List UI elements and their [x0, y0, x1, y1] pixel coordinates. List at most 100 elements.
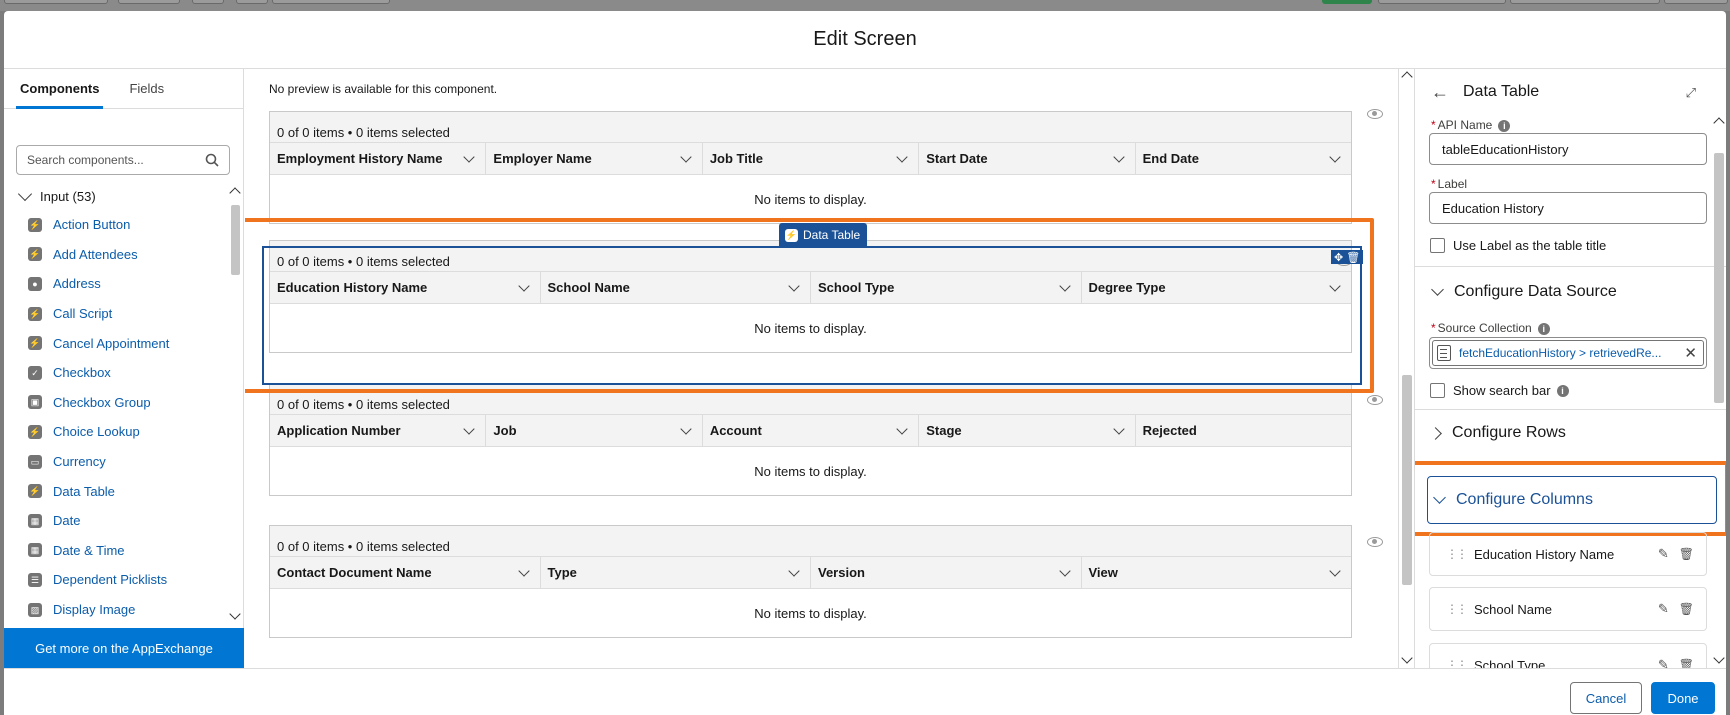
scroll-down-icon[interactable]: [1401, 652, 1413, 664]
drag-handle-icon[interactable]: ⋮⋮: [1446, 602, 1468, 616]
checkbox-box[interactable]: [1430, 383, 1445, 398]
configure-rows-toggle[interactable]: Configure Rows: [1429, 424, 1566, 442]
scroll-up-icon[interactable]: [1401, 71, 1413, 83]
column-header[interactable]: View: [1082, 557, 1352, 588]
visibility-eye-icon[interactable]: [1367, 109, 1383, 119]
expand-icon[interactable]: ⤢: [1686, 85, 1696, 101]
search-input[interactable]: [27, 153, 205, 167]
remove-icon[interactable]: ✕: [1684, 344, 1697, 362]
component-label: Add Attendees: [53, 246, 138, 262]
column-header[interactable]: Account: [703, 415, 920, 446]
column-header[interactable]: Job Title: [703, 143, 920, 174]
tab-components[interactable]: Components: [16, 69, 104, 109]
canvas-scrollbar[interactable]: [1398, 69, 1414, 668]
component-list-scrollbar[interactable]: [228, 187, 242, 622]
visibility-eye-icon[interactable]: [1367, 395, 1383, 405]
data-table-applications[interactable]: 0 of 0 items • 0 items selected Applicat…: [269, 383, 1352, 496]
component-item[interactable]: ⚡ Add Attendees: [28, 240, 218, 270]
trash-icon[interactable]: 🗑: [1679, 658, 1694, 668]
column-config-card[interactable]: ⋮⋮ School Name ✎ 🗑: [1429, 587, 1707, 631]
properties-scrollbar[interactable]: [1711, 115, 1726, 668]
component-item[interactable]: ☰ Dependent Picklists: [28, 565, 218, 595]
source-collection-pill[interactable]: fetchEducationHistory > retrievedRe... ✕: [1432, 340, 1704, 366]
column-header[interactable]: Contact Document Name: [270, 557, 541, 588]
column-config-card[interactable]: ⋮⋮ School Type ✎ 🗑: [1429, 643, 1707, 668]
component-item[interactable]: ● Address: [28, 269, 218, 299]
chevron-down-icon[interactable]: [680, 150, 692, 163]
column-header[interactable]: Version: [811, 557, 1082, 588]
column-header[interactable]: Application Number: [270, 415, 487, 446]
chevron-down-icon[interactable]: [1329, 564, 1341, 577]
drag-handle-icon[interactable]: ⋮⋮: [1446, 547, 1468, 561]
show-search-bar-checkbox[interactable]: Show search bar i: [1430, 383, 1569, 398]
column-header[interactable]: Start Date: [919, 143, 1136, 174]
scrollbar-thumb[interactable]: [1714, 153, 1724, 403]
visibility-eye-icon[interactable]: [1367, 537, 1383, 547]
info-icon[interactable]: i: [1537, 322, 1550, 335]
chevron-down-icon[interactable]: [1112, 150, 1125, 163]
scroll-down-icon[interactable]: [229, 608, 241, 620]
component-item[interactable]: ⚡ Action Button: [28, 210, 218, 240]
drag-handle-icon[interactable]: ⋮⋮: [1446, 658, 1468, 668]
column-header[interactable]: Employer Name: [486, 143, 703, 174]
section-label: Configure Data Source: [1454, 283, 1617, 300]
column-label: Stage: [926, 423, 962, 438]
scroll-up-icon[interactable]: [229, 187, 241, 199]
chevron-down-icon[interactable]: [1058, 564, 1071, 577]
info-icon[interactable]: i: [1556, 384, 1569, 397]
appexchange-button[interactable]: Get more on the AppExchange: [4, 628, 244, 668]
chevron-down-icon[interactable]: [680, 422, 692, 435]
scrollbar-thumb[interactable]: [1402, 375, 1412, 585]
use-label-as-title-checkbox[interactable]: Use Label as the table title: [1430, 238, 1606, 253]
component-item[interactable]: ▦ Date: [28, 506, 218, 536]
chevron-down-icon[interactable]: [788, 564, 800, 577]
checkbox-box[interactable]: [1430, 238, 1445, 253]
component-item[interactable]: ⚡ Choice Lookup: [28, 417, 218, 447]
label-input[interactable]: [1429, 192, 1707, 224]
info-icon[interactable]: i: [1498, 119, 1511, 132]
chevron-down-icon[interactable]: [896, 422, 908, 435]
chevron-down-icon[interactable]: [896, 150, 908, 163]
component-item[interactable]: ▣ Checkbox Group: [28, 388, 218, 418]
scroll-down-icon[interactable]: [1713, 652, 1725, 664]
component-item[interactable]: ⚡ Call Script: [28, 299, 218, 329]
scrollbar-thumb[interactable]: [231, 205, 240, 275]
component-item[interactable]: ⚡ Data Table: [28, 476, 218, 506]
component-item[interactable]: ▭ Currency: [28, 447, 218, 477]
column-header[interactable]: Rejected: [1136, 415, 1351, 446]
edit-icon[interactable]: ✎: [1658, 657, 1669, 668]
column-header[interactable]: Job: [486, 415, 703, 446]
source-collection-field[interactable]: fetchEducationHistory > retrievedRe... ✕: [1429, 337, 1707, 369]
cancel-button[interactable]: Cancel: [1570, 682, 1642, 714]
component-item[interactable]: ✓ Checkbox: [28, 358, 218, 388]
component-item[interactable]: ▨ Display Image: [28, 595, 218, 625]
column-header[interactable]: Employment History Name: [270, 143, 487, 174]
data-table-documents[interactable]: 0 of 0 items • 0 items selected Contact …: [269, 525, 1352, 638]
edit-icon[interactable]: ✎: [1658, 601, 1669, 617]
trash-icon[interactable]: 🗑: [1679, 547, 1694, 561]
chevron-down-icon[interactable]: [517, 564, 530, 577]
component-item[interactable]: ⚡ Cancel Appointment: [28, 328, 218, 358]
column-header[interactable]: End Date: [1136, 143, 1351, 174]
tab-fields[interactable]: Fields: [125, 69, 168, 109]
chevron-down-icon[interactable]: [1112, 422, 1125, 435]
back-arrow-icon[interactable]: ←: [1431, 82, 1449, 103]
done-button[interactable]: Done: [1651, 682, 1715, 714]
properties-panel: ← Data Table ⤢ *API Namei *Label Use Lab…: [1414, 69, 1726, 668]
chevron-down-icon[interactable]: [463, 422, 476, 435]
scroll-up-icon[interactable]: [1713, 117, 1725, 129]
data-table-employment[interactable]: 0 of 0 items • 0 items selected Employme…: [269, 111, 1352, 224]
column-header[interactable]: Type: [541, 557, 811, 588]
component-search[interactable]: [16, 145, 230, 175]
trash-icon[interactable]: 🗑: [1679, 602, 1694, 616]
column-header[interactable]: Stage: [919, 415, 1136, 446]
edit-icon[interactable]: ✎: [1658, 546, 1669, 562]
api-name-input[interactable]: [1429, 133, 1707, 165]
input-group-toggle[interactable]: Input (53): [16, 186, 96, 204]
column-config-card[interactable]: ⋮⋮ Education History Name ✎ 🗑: [1429, 532, 1707, 576]
chevron-down-icon[interactable]: [463, 150, 476, 163]
configure-data-source-toggle[interactable]: Configure Data Source: [1429, 283, 1617, 301]
chevron-down-icon[interactable]: [1329, 150, 1341, 163]
component-item[interactable]: ▦ Date & Time: [28, 536, 218, 566]
component-label: Cancel Appointment: [53, 335, 170, 351]
